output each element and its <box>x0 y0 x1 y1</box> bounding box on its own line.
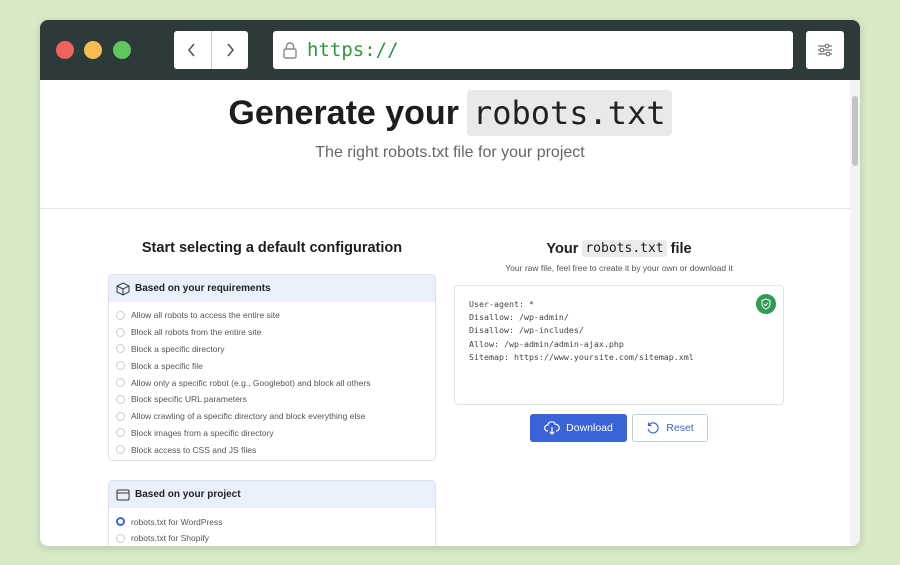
browser-window-icon <box>116 489 130 501</box>
option-label: Block a specific file <box>131 360 203 371</box>
configuration-heading: Start selecting a default configuration <box>141 240 403 256</box>
option-label: Allow all robots to access the entire si… <box>131 310 280 321</box>
navigation-buttons <box>174 31 248 69</box>
radio-button[interactable] <box>116 361 125 371</box>
option-label: Block images from a specific directory <box>131 427 274 438</box>
settings-button[interactable] <box>806 31 844 69</box>
radio-option[interactable]: Allow crawling of a specific directory a… <box>116 408 435 425</box>
requirements-options: Allow all robots to access the entire si… <box>109 302 435 460</box>
reset-icon <box>647 422 659 434</box>
requirements-card-header: Based on your requirements <box>109 275 435 302</box>
reset-label: Reset <box>666 422 694 434</box>
radio-button[interactable] <box>116 344 125 354</box>
option-label: Block all robots from the entire site <box>131 327 262 338</box>
option-label: Allow only a specific robot (e.g., Googl… <box>131 377 371 388</box>
page-subtitle: The right robots.txt file for your proje… <box>315 144 585 161</box>
option-label: robots.txt for Shopify <box>131 533 209 544</box>
output-heading-prefix: Your <box>546 240 579 257</box>
forward-button[interactable] <box>210 31 249 69</box>
scrollbar-thumb[interactable] <box>852 96 858 166</box>
reset-button[interactable]: Reset <box>632 414 708 442</box>
chevron-right-icon <box>227 43 234 57</box>
url-text: https:// <box>307 39 399 61</box>
project-options: robots.txt for WordPress robots.txt for … <box>109 508 435 546</box>
project-card: Based on your project robots.txt for Wor… <box>108 480 436 546</box>
robots-content[interactable]: User-agent: * Disallow: /wp-admin/ Disal… <box>469 298 769 364</box>
download-label: Download <box>566 422 613 434</box>
radio-option[interactable]: Block images from a specific directory <box>116 425 435 442</box>
radio-button-selected[interactable] <box>116 517 125 527</box>
hero-section: Generate your robots.txt The right robot… <box>40 80 860 209</box>
output-heading: Your robots.txt file <box>454 240 784 257</box>
radio-button[interactable] <box>116 411 125 421</box>
box-icon <box>116 281 130 296</box>
output-heading-suffix: file <box>670 240 692 257</box>
radio-button[interactable] <box>116 394 125 404</box>
download-button[interactable]: Download <box>530 414 627 442</box>
radio-option[interactable]: Block specific URL parameters <box>116 391 435 408</box>
maximize-window-button[interactable] <box>113 41 131 59</box>
requirements-card-title: Based on your requirements <box>135 283 271 294</box>
robots-editor[interactable]: User-agent: * Disallow: /wp-admin/ Disal… <box>454 285 784 405</box>
radio-option[interactable]: Allow only a specific robot (e.g., Googl… <box>116 374 435 391</box>
browser-window: https:// Generate your robots.txt The ri… <box>40 20 860 546</box>
output-subtitle: Your raw file, feel free to create it by… <box>505 263 733 273</box>
page-title: Generate your robots.txt <box>40 90 860 136</box>
radio-option[interactable]: robots.txt for WordPress <box>116 513 435 530</box>
radio-button[interactable] <box>116 445 125 455</box>
title-prefix: Generate your <box>228 93 459 132</box>
lock-icon <box>283 42 297 59</box>
configuration-panel: Start selecting a default configuration … <box>108 240 436 546</box>
scrollbar[interactable] <box>850 80 860 546</box>
browser-toolbar: https:// <box>40 20 860 80</box>
chevron-left-icon <box>188 43 195 57</box>
minimize-window-button[interactable] <box>84 41 102 59</box>
page-content: Generate your robots.txt The right robot… <box>40 80 860 546</box>
action-buttons: Download Reset <box>454 414 784 442</box>
project-card-header: Based on your project <box>109 481 435 509</box>
radio-option[interactable]: Block a specific directory <box>116 341 435 358</box>
title-code: robots.txt <box>466 90 672 136</box>
back-button[interactable] <box>174 31 211 69</box>
option-label: Block a specific directory <box>131 343 225 354</box>
sliders-icon <box>818 43 832 57</box>
shield-check-icon <box>756 294 776 314</box>
radio-option[interactable]: Block a specific file <box>116 357 435 374</box>
radio-button[interactable] <box>116 428 125 438</box>
close-window-button[interactable] <box>56 41 74 59</box>
requirements-card: Based on your requirements Allow all rob… <box>108 274 436 462</box>
radio-button[interactable] <box>116 533 125 543</box>
radio-option[interactable]: robots.txt for Shopify <box>116 530 435 546</box>
address-bar[interactable]: https:// <box>273 31 793 69</box>
option-label: Block specific URL parameters <box>131 394 247 405</box>
radio-option[interactable]: Allow all robots to access the entire si… <box>116 307 435 324</box>
cloud-download-icon <box>544 421 561 435</box>
radio-option[interactable]: Block access to CSS and JS files <box>116 441 435 458</box>
option-label: robots.txt for WordPress <box>131 516 223 527</box>
output-heading-code: robots.txt <box>582 240 667 257</box>
output-panel: Your robots.txt file Your raw file, feel… <box>454 240 784 442</box>
option-label: Block access to CSS and JS files <box>131 444 257 455</box>
radio-button[interactable] <box>116 327 125 337</box>
radio-option[interactable]: Block all robots from the entire site <box>116 324 435 341</box>
option-label: Allow crawling of a specific directory a… <box>131 411 366 422</box>
project-card-title: Based on your project <box>135 489 241 501</box>
radio-button[interactable] <box>116 310 125 320</box>
radio-button[interactable] <box>116 378 125 388</box>
